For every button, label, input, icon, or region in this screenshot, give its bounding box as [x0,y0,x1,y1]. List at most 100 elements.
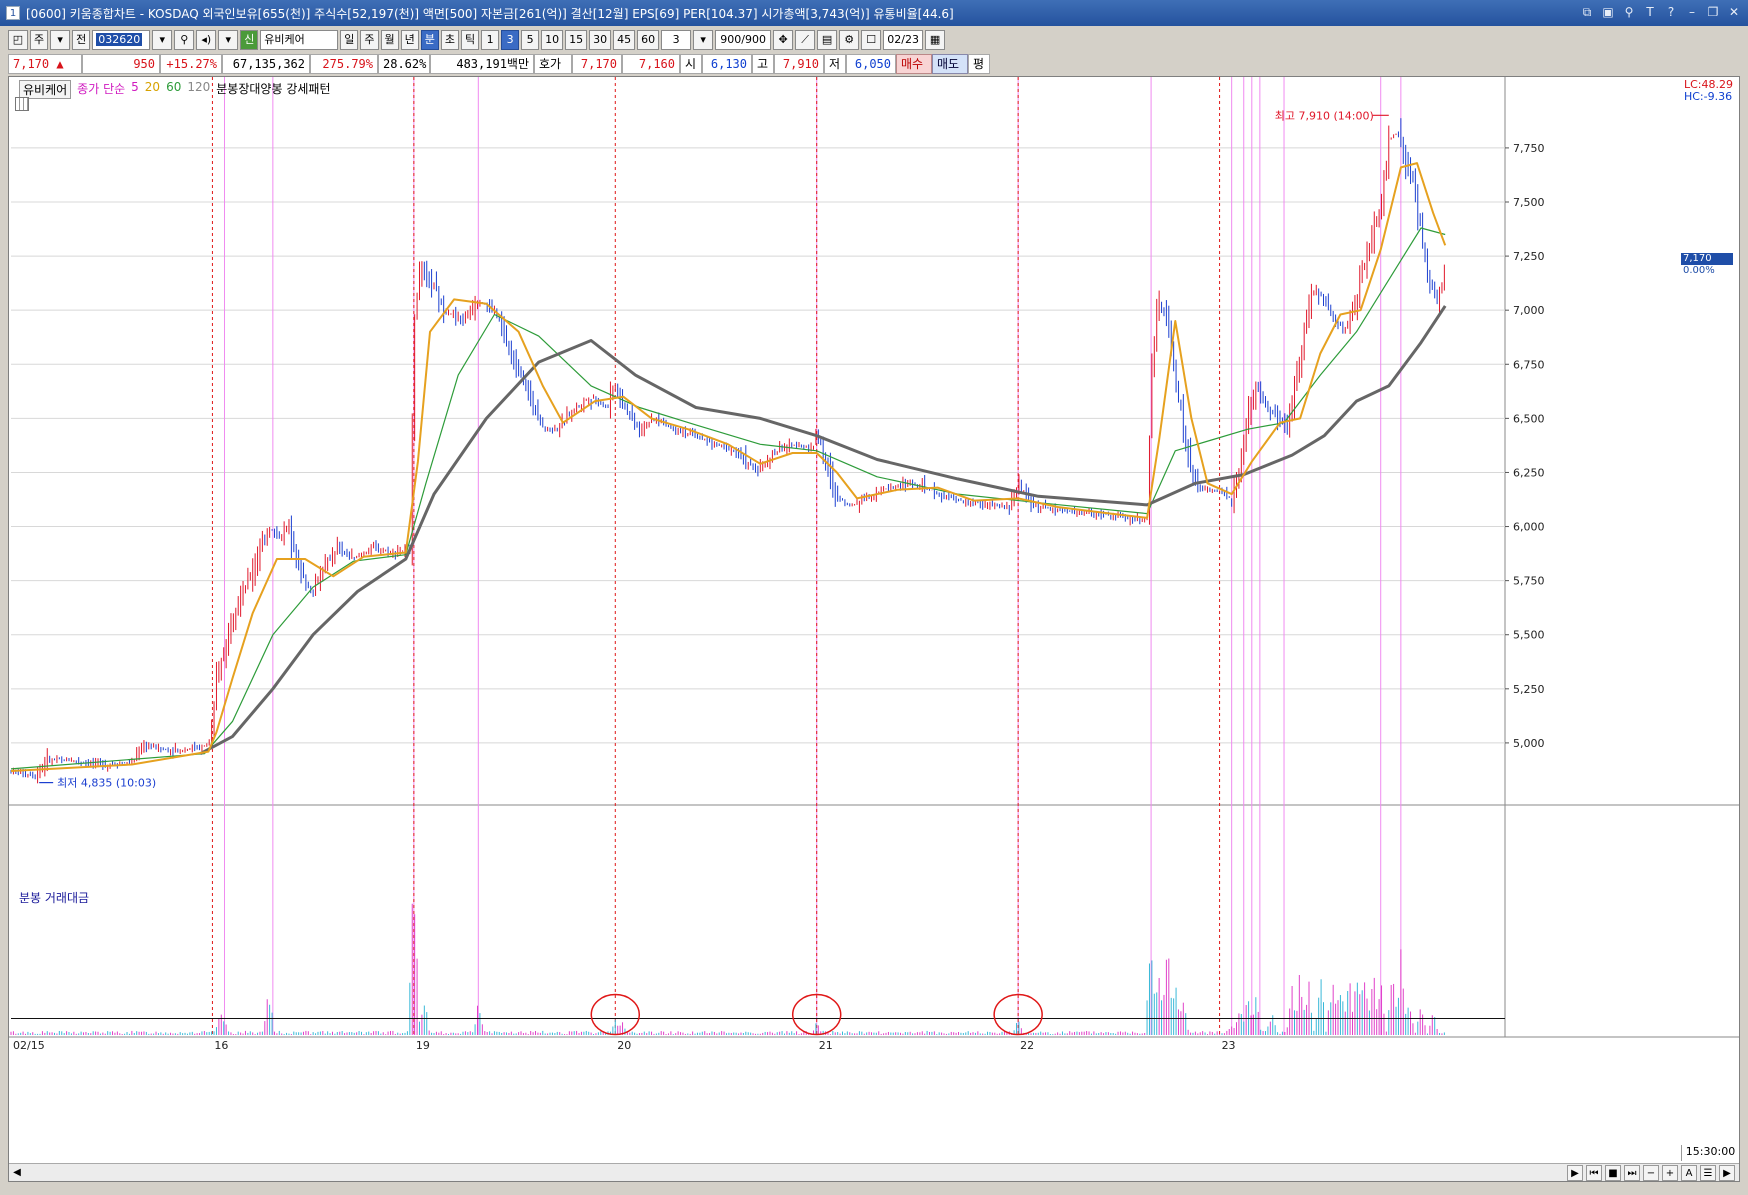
volume-pane-title: 분봉 거래대금 [19,891,90,905]
stock-name-field[interactable]: 유비케어 [260,30,339,50]
period-minute-button[interactable]: 분 [420,30,439,50]
price-tick-label: 7,250 [1513,250,1545,263]
price-tick-label: 7,500 [1513,196,1545,209]
legend-ma60: 60 [166,80,182,94]
window-number-icon: 1 [6,6,20,20]
interval-5-button[interactable]: 5 [521,30,540,50]
window-controls: ⧉ ▣ ⚲ T ? – ❐ ✕ [1579,4,1742,20]
stock-scope-select[interactable]: 전 [72,30,91,50]
interval-45-button[interactable]: 45 [613,30,636,50]
window-titlebar: 1 [0600] 키움종합차트 - KOSDAQ 외국인보유[655(천)] 주… [0,0,1748,26]
legend-ma5: 5 [131,80,139,94]
quote-price: 7,170 ▲ [8,54,82,74]
legend-pattern: 분봉장대양봉 강세패턴 [216,82,331,96]
price-tick-label: 6,000 [1513,521,1545,534]
chart-nav-controls: ▶ ⏮ ■ ⏭ − + A ☰ ▶ [1567,1165,1735,1181]
rewind-icon[interactable]: ⏮ [1586,1165,1602,1181]
ma20-line [10,227,1446,770]
interval-1-button[interactable]: 1 [481,30,500,50]
layout-icon[interactable]: ◰ [8,30,28,50]
close-icon[interactable]: ✕ [1726,4,1742,20]
zoom-out-icon[interactable]: − [1643,1165,1659,1181]
price-tick-label: 6,500 [1513,412,1545,425]
settings-gear-icon[interactable]: ⚙ [839,30,860,50]
quote-ask: 7,170 [572,54,622,74]
price-tick-label: 5,750 [1513,575,1545,588]
time-readout: 15:30:00 [1681,1145,1739,1161]
table-view-icon[interactable] [15,97,29,111]
chart-area[interactable]: 7,750 7,500 7,250 7,000 6,750 6,500 6,250 6,000… [8,76,1740,1182]
period-day-button[interactable]: 일 [340,30,359,50]
period-week-button[interactable]: 주 [360,30,379,50]
price-tick-label: 6,250 [1513,466,1545,479]
price-tick-label: 7,750 [1513,142,1545,155]
fast-forward-icon[interactable]: ⏭ [1624,1165,1640,1181]
new-badge: 신 [240,30,259,50]
period-second-button[interactable]: 초 [440,30,459,50]
period-year-button[interactable]: 년 [400,30,419,50]
interval-30-button[interactable]: 30 [589,30,612,50]
zoom-in-icon[interactable]: + [1662,1165,1678,1181]
chevron-down-icon[interactable]: ▾ [50,30,71,50]
buy-button[interactable]: 매수 [896,54,932,74]
quote-high: 7,910 [774,54,824,74]
quote-bar: 7,170 ▲ 950 +15.27% 67,135,362 275.79% 2… [8,54,990,74]
play-icon[interactable]: ▶ [1567,1165,1583,1181]
text-icon[interactable]: A [1681,1165,1697,1181]
search-icon[interactable]: ⚲ [174,30,195,50]
date-checkbox[interactable]: ☐ [861,30,882,50]
current-pct-tag: 0.00% [1681,265,1733,277]
date-input[interactable]: 02/23 [883,30,924,50]
list-icon[interactable]: ☰ [1700,1165,1716,1181]
minimize-icon[interactable]: – [1684,4,1700,20]
date-tick-label: 02/15 [13,1039,45,1052]
options-dropdown-icon[interactable]: ▾ [218,30,239,50]
window-title: [0600] 키움종합차트 - KOSDAQ 외국인보유[655(천)] 주식수… [26,6,954,21]
quote-turnover: 28.62% [378,54,430,74]
interval-input[interactable]: 3 [661,30,692,50]
low-label: 저 [824,54,846,74]
interval-60-button[interactable]: 60 [637,30,660,50]
stock-code-value: 032620 [96,33,143,46]
period-tick-button[interactable]: 틱 [461,30,480,50]
date-tick-label: 19 [416,1039,430,1052]
quote-volume: 67,135,362 [222,54,310,74]
low-annotation: 최저 4,835 (10:03) [57,777,156,790]
help-icon[interactable]: ? [1663,4,1679,20]
sell-button[interactable]: 매도 [932,54,968,74]
count-input[interactable]: 900/900 [715,30,772,50]
trend-line-icon[interactable]: ⟋ [795,30,816,50]
speaker-icon[interactable]: ◂) [196,30,217,50]
date-tick-label: 23 [1222,1039,1236,1052]
scroll-left-icon[interactable]: ◀ [9,1165,25,1181]
interval-15-button[interactable]: 15 [565,30,588,50]
price-tick-label: 7,000 [1513,304,1545,317]
market-type-select[interactable]: 주 [30,30,49,50]
legend-ma20: 20 [144,80,161,94]
scroll-right-icon[interactable]: ▶ [1719,1165,1735,1181]
interval-dropdown-icon[interactable]: ▾ [693,30,714,50]
calendar-icon[interactable]: ▦ [925,30,946,50]
stop-icon[interactable]: ■ [1605,1165,1621,1181]
tile-icon[interactable]: ▣ [1600,4,1616,20]
code-dropdown-icon[interactable]: ▾ [152,30,173,50]
lc-hc-readout: LC:48.29 HC:-9.36 [1684,79,1733,103]
link-icon[interactable]: ⧉ [1579,4,1595,20]
interval-3-button[interactable]: 3 [501,30,520,50]
period-month-button[interactable]: 월 [380,30,399,50]
price-tick-label: 6,750 [1513,358,1545,371]
price-volume-chart[interactable]: 7,750 7,500 7,250 7,000 6,750 6,500 6,250 6,000… [9,77,1739,1163]
save-icon[interactable]: ▤ [817,30,838,50]
pin-icon[interactable]: ⚲ [1621,4,1637,20]
restore-icon[interactable]: ❐ [1705,4,1721,20]
stock-code-input[interactable]: 032620 [92,30,151,50]
font-icon[interactable]: T [1642,4,1658,20]
quote-open: 6,130 [702,54,752,74]
average-button[interactable]: 평 [968,54,990,74]
crosshair-icon[interactable]: ✥ [773,30,794,50]
interval-10-button[interactable]: 10 [541,30,564,50]
hc-value: HC:-9.36 [1683,90,1733,103]
quote-volume-ratio: 275.79% [310,54,378,74]
ma5-line [10,162,1447,772]
horizontal-scrollbar[interactable]: ◀ ▶ ⏮ ■ ⏭ − + A ☰ ▶ [9,1163,1739,1181]
